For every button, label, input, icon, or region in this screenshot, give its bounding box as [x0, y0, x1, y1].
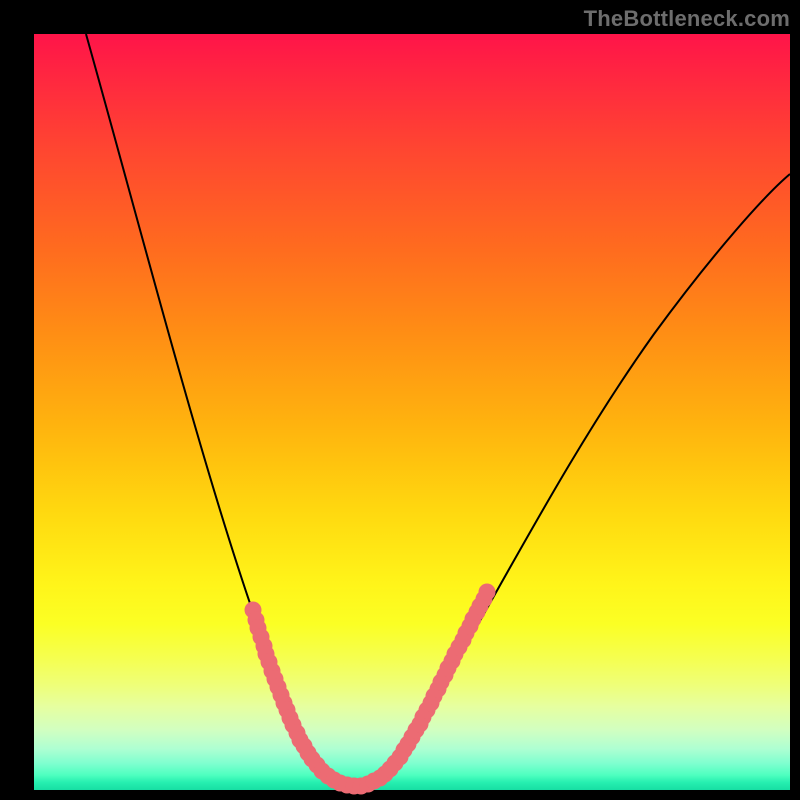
watermark-text: TheBottleneck.com	[584, 6, 790, 32]
chart-svg	[34, 34, 790, 790]
chart-frame: TheBottleneck.com	[0, 0, 800, 800]
data-point	[479, 584, 496, 601]
plot-area	[34, 34, 790, 790]
marker-group	[245, 584, 496, 795]
